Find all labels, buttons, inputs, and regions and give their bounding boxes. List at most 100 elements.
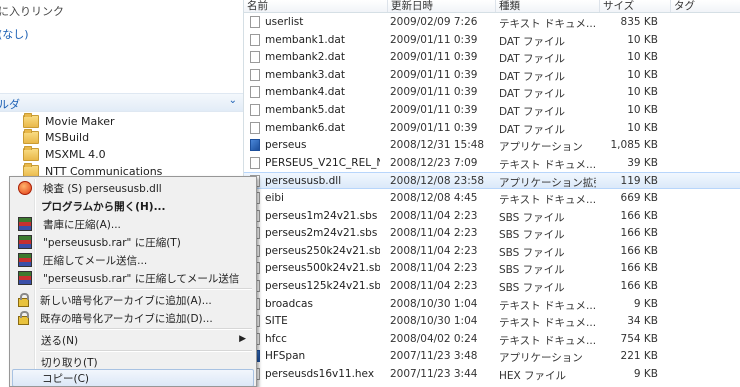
favorite-links-empty: (なし) — [0, 28, 29, 41]
file-row[interactable]: membank1.dat 2009/01/11 0:39 DAT ファイル 10 KB — [244, 32, 740, 49]
file-list: 名前 更新日時 種類 サイズ タグ userlist 2009/02/09 7:2… — [243, 0, 740, 385]
column-header-name[interactable]: 名前 — [244, 0, 388, 12]
menu-item-label: 圧縮してメール送信... — [43, 254, 148, 267]
file-date: 2009/01/11 0:39 — [390, 104, 478, 116]
file-type: DAT ファイル — [499, 35, 566, 48]
file-name: hfcc — [265, 332, 287, 345]
file-row[interactable]: perseus250k24v21.sbs 2008/11/04 2:23 SBS フ… — [244, 243, 740, 260]
file-size: 669 KB — [620, 192, 658, 204]
submenu-arrow-icon: ▶ — [239, 334, 246, 344]
lock-icon — [18, 311, 29, 325]
file-type: DAT ファイル — [499, 70, 566, 83]
blank-icon — [18, 356, 30, 368]
file-row[interactable]: hfcc 2008/04/02 0:24 テキスト ドキュメ... 754 KB — [244, 331, 740, 348]
file-row[interactable]: perseus500k24v21.sbs 2008/11/04 2:23 SBS フ… — [244, 260, 740, 277]
menu-item-compress-rar[interactable]: "perseususb.rar" に圧縮(T) — [12, 233, 254, 251]
menu-item-send-to[interactable]: 送る(N) ▶ — [12, 331, 254, 349]
text-file-icon — [250, 156, 260, 169]
menu-item-new-encrypted-archive[interactable]: 新しい暗号化アーカイブに追加(A)... — [12, 291, 254, 309]
menu-item-compress-email[interactable]: 圧縮してメール送信... — [12, 251, 254, 269]
file-name: membank4.dat — [265, 86, 345, 99]
file-name: SITE — [265, 315, 288, 328]
folder-tree-item[interactable]: MSXML 4.0 — [23, 146, 106, 163]
file-type: テキスト ドキュメ... — [499, 158, 596, 171]
file-type: アプリケーション — [499, 352, 583, 365]
file-date: 2008/11/04 2:23 — [390, 280, 478, 292]
file-row[interactable]: membank4.dat 2009/01/11 0:39 DAT ファイル 10 KB — [244, 84, 740, 101]
menu-item-label: "perseususb.rar" に圧縮(T) — [43, 236, 181, 249]
menu-item-compress-rar-email[interactable]: "perseususb.rar" に圧縮してメール送信 — [12, 269, 254, 287]
file-row[interactable]: perseus 2008/12/31 15:48 アプリケーション 1,085 KB — [244, 137, 740, 154]
file-date: 2008/11/04 2:23 — [390, 244, 478, 257]
file-date: 2009/02/09 7:26 — [390, 16, 478, 28]
file-row[interactable]: perseususb.dll 2008/12/08 23:58 アプリケーション拡張… — [244, 172, 740, 190]
file-name: perseus — [265, 139, 307, 152]
file-size: 1,085 KB — [610, 139, 659, 152]
file-type: DAT ファイル — [499, 53, 566, 66]
column-header-type[interactable]: 種類 — [496, 0, 600, 12]
folders-header[interactable]: ルダ ⌄ — [0, 93, 243, 112]
file-name: eibi — [265, 192, 284, 204]
file-size: 166 KB — [620, 262, 658, 275]
menu-item-existing-encrypted-archive[interactable]: 既存の暗号化アーカイブに追加(D)... — [12, 309, 254, 327]
menu-item-copy[interactable]: コピー(C) — [12, 369, 254, 386]
file-row[interactable]: membank5.dat 2009/01/11 0:39 DAT ファイル 10 KB — [244, 102, 740, 119]
chevron-down-icon[interactable]: ⌄ — [229, 95, 237, 106]
file-row[interactable]: broadcas 2008/10/30 1:04 テキスト ドキュメ... 9 KB — [244, 296, 740, 313]
file-date: 2008/11/04 2:23 — [390, 262, 478, 275]
file-name: perseusds16v11.hex — [265, 368, 375, 380]
menu-separator — [40, 328, 252, 330]
file-name: perseus500k24v21.sbs — [265, 262, 380, 275]
file-name: userlist — [265, 16, 304, 28]
file-row[interactable]: HFSpan 2007/11/23 3:48 アプリケーション 221 KB — [244, 348, 740, 365]
file-row[interactable]: userlist 2009/02/09 7:26 テキスト ドキュメ... 835 K… — [244, 14, 740, 31]
file-row[interactable]: membank3.dat 2009/01/11 0:39 DAT ファイル 10 KB — [244, 67, 740, 84]
menu-item-add-to-archive[interactable]: 書庫に圧縮(A)... — [12, 215, 254, 233]
file-row[interactable]: membank2.dat 2009/01/11 0:39 DAT ファイル 10 KB — [244, 49, 740, 66]
file-row[interactable]: perseusds16v11.hex 2007/11/23 3:44 HEX ファイ… — [244, 366, 740, 383]
file-name: perseus125k24v21.sbs — [265, 280, 380, 292]
file-row[interactable]: PERSEUS_V21C_REL_N... 2008/12/23 7:09 テキスト… — [244, 155, 740, 172]
file-row[interactable]: membank6.dat 2009/01/11 0:39 DAT ファイル 10 KB — [244, 120, 740, 137]
antivirus-scan-icon — [18, 181, 32, 195]
file-size: 10 KB — [627, 68, 658, 81]
file-size: 10 KB — [627, 51, 658, 64]
file-type: HEX ファイル — [499, 370, 567, 382]
file-row[interactable]: perseus1m24v21.sbs 2008/11/04 2:23 SBS ファイ… — [244, 208, 740, 225]
file-name: membank5.dat — [265, 104, 345, 116]
file-type: DAT ファイル — [499, 88, 566, 101]
file-date: 2008/11/04 2:23 — [390, 209, 478, 222]
file-size: 39 KB — [627, 156, 658, 169]
file-type: テキスト ドキュメ... — [499, 317, 596, 330]
winrar-icon — [18, 235, 32, 249]
winrar-icon — [18, 271, 32, 285]
menu-item-open-with[interactable]: プログラムから開く(H)... — [12, 197, 254, 215]
file-type: テキスト ドキュメ... — [499, 334, 596, 347]
folder-icon — [23, 113, 39, 128]
file-date: 2008/04/02 0:24 — [390, 332, 478, 345]
menu-item-label: コピー(C) — [42, 372, 90, 385]
winrar-icon — [18, 217, 32, 231]
file-row[interactable]: perseus2m24v21.sbs 2008/11/04 2:23 SBS ファイ… — [244, 225, 740, 242]
folders-header-label: ルダ — [0, 98, 20, 111]
file-size: 10 KB — [627, 86, 658, 99]
file-date: 2008/12/08 4:45 — [390, 192, 478, 204]
file-size: 34 KB — [627, 315, 658, 328]
folder-tree-item[interactable]: MSBuild — [23, 129, 89, 146]
file-type: SBS ファイル — [499, 229, 565, 242]
file-row[interactable]: perseus125k24v21.sbs 2008/11/04 2:23 SBS フ… — [244, 278, 740, 295]
menu-item-scan[interactable]: 検査 (S) perseususb.dll — [12, 179, 254, 197]
column-header-tag[interactable]: タグ — [671, 0, 740, 12]
file-type: SBS ファイル — [499, 211, 565, 224]
blank-icon — [18, 200, 30, 212]
file-size: 10 KB — [627, 33, 658, 46]
column-header-date[interactable]: 更新日時 — [388, 0, 496, 12]
file-row[interactable]: eibi 2008/12/08 4:45 テキスト ドキュメ... 669 KB — [244, 190, 740, 207]
folder-label: MSBuild — [45, 131, 90, 144]
folder-tree-item[interactable]: Movie Maker — [23, 113, 115, 130]
file-type: テキスト ドキュメ... — [499, 194, 596, 206]
file-type: SBS ファイル — [499, 246, 565, 259]
file-row[interactable]: SITE 2008/10/30 1:04 テキスト ドキュメ... 34 KB — [244, 313, 740, 330]
column-header-size[interactable]: サイズ — [600, 0, 671, 12]
file-size: 221 KB — [620, 350, 658, 363]
